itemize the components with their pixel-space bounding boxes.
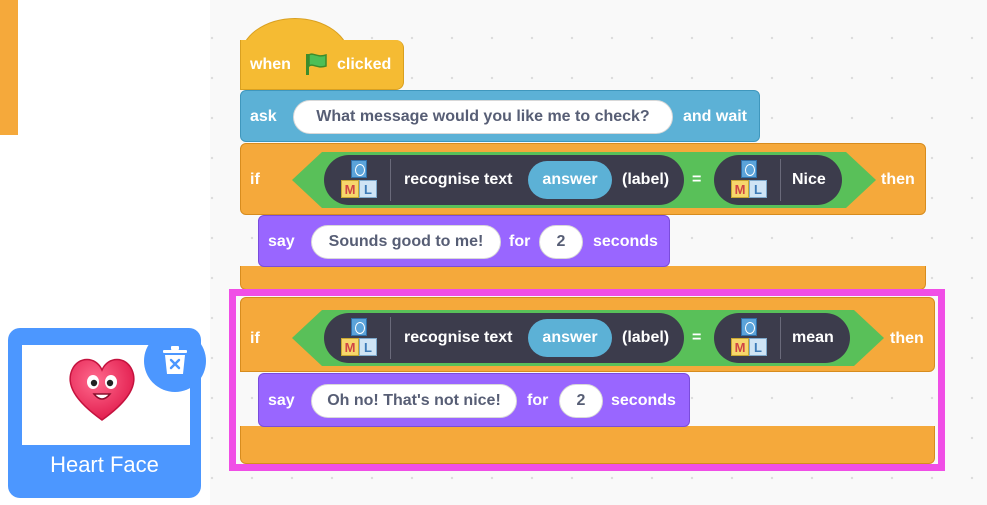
ask-label: ask (250, 108, 277, 125)
and-wait-label: and wait (683, 108, 748, 125)
say-label: say (268, 233, 295, 250)
when-flag-clicked-block[interactable]: when clicked (240, 40, 404, 90)
ask-and-wait-block[interactable]: ask What message would you like me to ch… (240, 90, 760, 142)
answer-reporter[interactable]: answer (528, 161, 612, 199)
clicked-label: clicked (337, 56, 392, 73)
label-value-nice: Nice (792, 171, 826, 188)
green-flag-icon (306, 53, 327, 75)
say-for-seconds-block-1[interactable]: say Sounds good to me! for 2 seconds (258, 215, 670, 267)
heart-face-icon (69, 358, 135, 421)
if-label: if (250, 171, 260, 188)
sprite-name: Heart Face (50, 452, 159, 477)
recognise-text-reporter-1[interactable]: M L recognise text answer (label) (324, 155, 684, 205)
ml-label-reporter-nice[interactable]: M L Nice (714, 155, 842, 205)
if-1-c-arm (0, 0, 18, 75)
ask-question-input[interactable]: What message would you like me to check? (293, 100, 673, 134)
seconds-label: seconds (593, 233, 658, 250)
then-label: then (881, 171, 915, 188)
if-2-c-arm (0, 75, 18, 135)
delete-sprite-button[interactable] (144, 330, 206, 392)
ml-extension-icon: M L (728, 160, 770, 200)
trash-icon (163, 346, 187, 374)
label-suffix: (label) (622, 171, 670, 188)
if-block-1-bottom[interactable] (240, 266, 926, 290)
equals-sign: = (692, 171, 702, 188)
when-label: when (250, 56, 291, 73)
highlight-box (229, 289, 945, 471)
ml-extension-icon: M L (338, 160, 380, 200)
for-label: for (509, 233, 531, 250)
say-message-input[interactable]: Sounds good to me! (311, 225, 501, 259)
seconds-input[interactable]: 2 (539, 225, 583, 259)
recognise-text-label: recognise text (404, 171, 513, 188)
